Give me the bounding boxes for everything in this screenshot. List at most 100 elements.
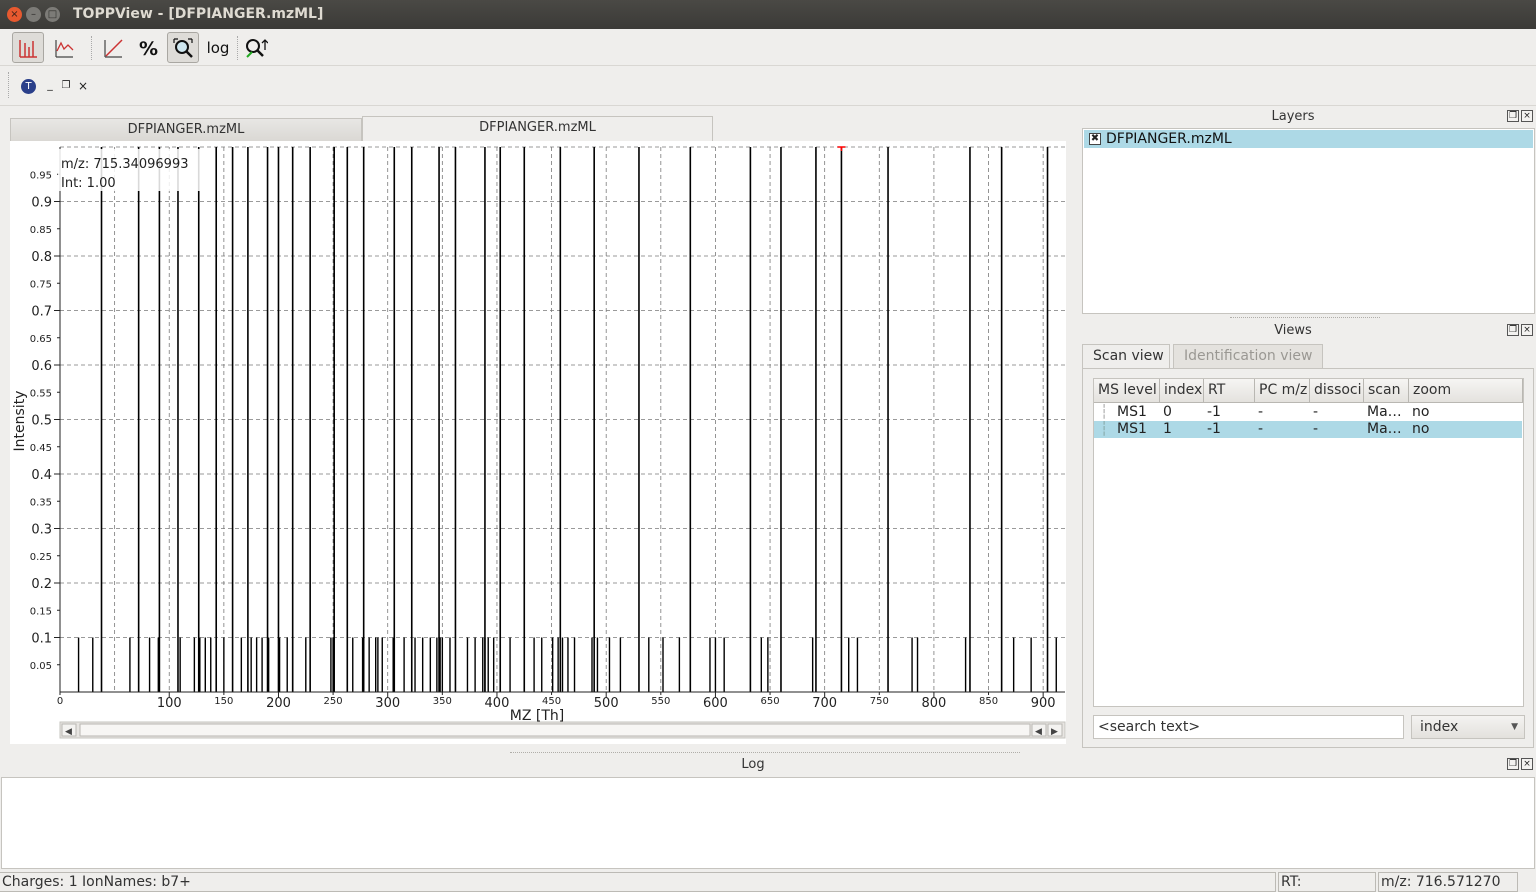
cell-dissociation: - (1313, 421, 1319, 437)
y-tick-label: 0.2 (31, 577, 52, 592)
col-dissociation[interactable]: dissoci (1310, 379, 1364, 403)
ms-ms-scan-button[interactable] (240, 32, 272, 63)
cell-rt: -1 (1207, 421, 1221, 437)
layer-name: DFPIANGER.mzML (1106, 131, 1232, 147)
cell-ms-level: MS1 (1117, 421, 1147, 437)
close-dock-button[interactable]: × (1521, 324, 1533, 336)
y-tick-label: 0.05 (30, 661, 52, 672)
float-dock-button[interactable]: ❐ (1507, 758, 1519, 770)
col-zoom[interactable]: zoom (1409, 379, 1523, 403)
y-tick-label: 0.95 (30, 170, 52, 181)
y-tick-label: 0.1 (31, 632, 52, 647)
layers-list[interactable]: ✖ DFPIANGER.mzML (1082, 128, 1535, 314)
cell-index: 0 (1163, 404, 1172, 420)
y-tick-label: 0.3 (31, 523, 52, 538)
peak-mode-button[interactable] (12, 32, 44, 63)
horizontal-scrollbar[interactable]: ◀ ◀ ▶ (59, 721, 1066, 739)
spectrum-canvas[interactable]: 0.1 0.2 0.3 0.4 0.5 0.6 0.7 0.8 0.9 0.05 0.15 0.25 0… (10, 141, 1066, 744)
line-spectrum-icon (55, 39, 74, 58)
x-tick-label: 350 (433, 696, 452, 707)
tooltip-intensity: Int: 1.00 (61, 176, 116, 191)
close-dock-button[interactable]: × (1521, 110, 1533, 122)
cell-index: 1 (1163, 421, 1172, 437)
spectrum-plot[interactable]: 0.1 0.2 0.3 0.4 0.5 0.6 0.7 0.8 0.9 0.05 0.15 0.25 0… (10, 141, 1066, 744)
mdi-toolbar: T _ ❐ × (0, 66, 1536, 106)
float-dock-button[interactable]: ❐ (1507, 110, 1519, 122)
document-tab-2[interactable]: DFPIANGER.mzML (362, 116, 713, 142)
linear-intensity-button[interactable] (97, 32, 129, 63)
col-ms-level[interactable]: MS level (1094, 379, 1160, 403)
y-tick-label: 0.85 (30, 225, 52, 236)
col-rt[interactable]: RT (1204, 379, 1255, 403)
svg-text:▶: ▶ (1051, 727, 1058, 737)
layer-item[interactable]: ✖ DFPIANGER.mzML (1084, 130, 1533, 148)
mdi-restore-button[interactable]: ❐ (60, 80, 72, 92)
y-tick-label: 0.4 (31, 468, 52, 483)
x-tick-label: 150 (214, 696, 233, 707)
tab-identification-view[interactable]: Identification view (1173, 344, 1323, 368)
y-tick-label: 0.65 (30, 334, 52, 345)
tooltip-mz: m/z: 715.34096993 (61, 157, 189, 172)
log-dock-title: Log (741, 757, 765, 772)
y-tick-label: 0.25 (30, 552, 52, 563)
maximize-window-button[interactable]: □ (45, 7, 60, 22)
cell-rt: -1 (1207, 404, 1221, 420)
log-intensity-button[interactable]: log (202, 32, 234, 63)
window-titlebar: × – □ TOPPView - [DFPIANGER.mzML] (0, 0, 1536, 29)
close-window-button[interactable]: × (7, 7, 22, 22)
scrollbar-thumb[interactable] (79, 723, 1031, 737)
x-tick-label: 700 (812, 696, 837, 711)
x-tick-label: 850 (979, 696, 998, 707)
y-tick-label: 0.35 (30, 497, 52, 508)
cell-pc-mz: - (1258, 421, 1264, 437)
zoom-fit-icon (173, 37, 193, 58)
snap-intensity-button[interactable] (167, 32, 199, 63)
layer-checkbox[interactable]: ✖ (1089, 133, 1101, 145)
search-by-value: index (1420, 719, 1459, 735)
x-tick-label: 250 (324, 696, 343, 707)
line-mode-button[interactable] (48, 32, 80, 63)
scan-table-header: MS level index RT PC m/z dissoci scan zo… (1094, 379, 1523, 403)
float-dock-button[interactable]: ❐ (1507, 324, 1519, 336)
log-dock-controls: ❐ × (1507, 758, 1533, 770)
minimize-window-button[interactable]: – (26, 7, 41, 22)
x-tick-label: 100 (157, 696, 182, 711)
document-tab-1[interactable]: DFPIANGER.mzML (10, 118, 362, 141)
svg-text:◀: ◀ (65, 727, 72, 737)
log-output[interactable] (1, 777, 1535, 869)
views-dock-title: Views (1274, 323, 1312, 338)
mdi-minimize-button[interactable]: _ (44, 79, 56, 92)
cell-pc-mz: - (1258, 404, 1264, 420)
search-input[interactable]: <search text> (1093, 715, 1404, 739)
x-tick-label: 500 (594, 696, 619, 711)
main-toolbar: % log (0, 29, 1536, 66)
col-index[interactable]: index (1160, 379, 1204, 403)
mdi-close-button[interactable]: × (77, 80, 89, 92)
cell-scan: Ma… (1367, 421, 1402, 437)
tab-scan-view[interactable]: Scan view (1082, 344, 1170, 368)
close-dock-button[interactable]: × (1521, 758, 1533, 770)
y-tick-label: 0.15 (30, 606, 52, 617)
status-rt: RT: (1278, 872, 1376, 892)
cell-zoom: no (1412, 404, 1430, 420)
status-mz: m/z: 716.571270 (1378, 872, 1518, 892)
zoom-selection-icon (246, 38, 268, 58)
scan-table[interactable]: MS level index RT PC m/z dissoci scan zo… (1093, 378, 1524, 707)
search-by-select[interactable]: index ▼ (1411, 715, 1525, 739)
status-message: Charges: 1 IonNames: b7+ (0, 872, 1276, 892)
y-axis-label: Intensity (12, 391, 28, 452)
col-scan[interactable]: scan (1364, 379, 1409, 403)
percentage-intensity-button[interactable]: % (132, 32, 164, 63)
col-pc-mz[interactable]: PC m/z (1255, 379, 1310, 403)
cell-zoom: no (1412, 421, 1430, 437)
x-tick-label: 900 (1031, 696, 1056, 711)
x-tick-label: 400 (485, 696, 510, 711)
svg-text:%: % (139, 38, 158, 59)
log-label: log (206, 38, 230, 57)
x-tick-label: 550 (651, 696, 670, 707)
x-tick-label: 650 (761, 696, 780, 707)
percent-icon: % (139, 38, 158, 59)
table-row-selected[interactable]: ┆ MS1 1 -1 - - Ma… no (1094, 421, 1522, 438)
table-row[interactable]: ┆ MS1 0 -1 - - Ma… no (1094, 404, 1522, 421)
linear-scale-icon (104, 38, 123, 58)
